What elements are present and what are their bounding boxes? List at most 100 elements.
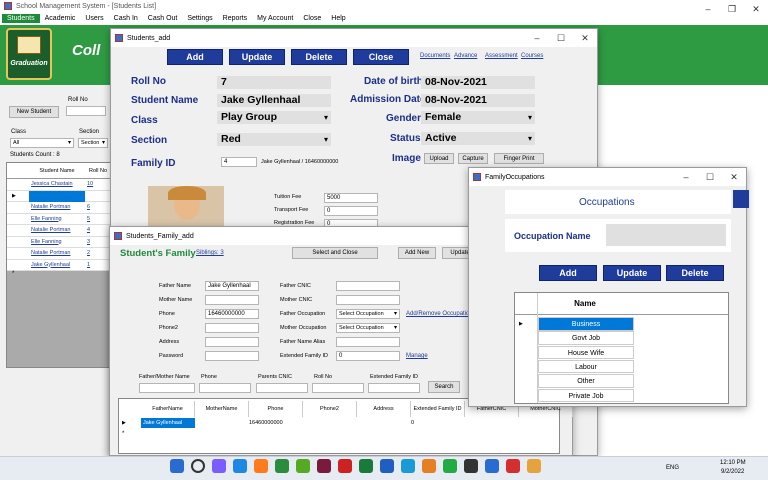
xampp-icon[interactable] (527, 459, 541, 473)
occupation-row[interactable]: Business (538, 317, 634, 331)
menu-item[interactable]: Academic (40, 14, 81, 23)
minimize-icon[interactable]: – (525, 29, 549, 47)
maximize-icon[interactable]: ☐ (698, 168, 722, 186)
extended-family-id-field[interactable]: 0 (336, 351, 400, 361)
occupation-delete-button[interactable]: Delete (666, 265, 724, 281)
phone2-field[interactable] (205, 323, 259, 333)
assessment-link[interactable]: Assessment (485, 53, 518, 59)
search-name-input[interactable] (139, 383, 195, 393)
update-button[interactable]: Update (229, 49, 285, 65)
col-roll-no[interactable]: Roll No (85, 168, 111, 174)
camera-icon[interactable] (464, 459, 478, 473)
occupation-row[interactable]: Private Job (538, 388, 634, 402)
student-name-field[interactable]: Jake Gyllenhaal (217, 94, 331, 107)
table-row[interactable]: Natalie Portman 2 (7, 248, 111, 260)
advance-link[interactable]: Advance (454, 53, 477, 59)
close-icon[interactable]: ✕ (573, 29, 597, 47)
occupation-col-name[interactable]: Name (537, 299, 633, 308)
roll-no-filter-input[interactable] (66, 106, 106, 116)
occupation-add-button[interactable]: Add (539, 265, 597, 281)
father-cnic-field[interactable] (336, 281, 400, 291)
whatsapp-icon[interactable] (443, 459, 457, 473)
address-field[interactable] (205, 337, 259, 347)
photoshop-icon[interactable] (338, 459, 352, 473)
excel-icon[interactable] (359, 459, 373, 473)
mother-name-field[interactable] (205, 295, 259, 305)
folder-icon[interactable] (233, 459, 247, 473)
roll-cell[interactable]: 10 (87, 179, 93, 190)
lang-indicator[interactable]: ENG (666, 465, 679, 471)
family-col-header[interactable]: Phone (249, 401, 303, 417)
student-name-cell[interactable] (29, 190, 85, 202)
opera-icon[interactable] (506, 459, 520, 473)
roll-cell[interactable]: 6 (87, 202, 90, 213)
col-student-name[interactable]: Student Name (29, 168, 85, 174)
section-select[interactable]: Red (217, 133, 331, 146)
roll-cell[interactable]: 5 (87, 214, 90, 225)
student-name-cell[interactable]: Jake Gyllenhaal (29, 260, 85, 271)
dob-field[interactable]: 08-Nov-2021 (421, 76, 535, 89)
mother-occupation-select[interactable]: Select Occupation (336, 323, 400, 333)
new-student-button[interactable]: New Student (9, 106, 59, 118)
table-row[interactable]: Elle Fanning 3 (7, 236, 111, 248)
menu-item[interactable]: Users (80, 14, 108, 23)
menu-item[interactable]: Cash In (109, 14, 143, 23)
occupation-row[interactable]: House Wife (538, 345, 634, 360)
phone-field[interactable]: 16460000000 (205, 309, 259, 319)
family-col-header[interactable]: Address (357, 401, 411, 417)
family-row-phone[interactable]: 16460000000 (249, 418, 283, 428)
roll-cell[interactable]: 4 (87, 225, 90, 236)
dreamweaver-icon[interactable] (317, 459, 331, 473)
student-name-cell[interactable]: Jessica Chastain (29, 179, 85, 190)
occupation-row[interactable]: Labour (538, 359, 634, 374)
occupation-update-button[interactable]: Update (603, 265, 661, 281)
close-button[interactable]: Close (353, 49, 409, 65)
table-row[interactable]: Jake Gyllenhaal 1 (7, 259, 111, 271)
select-and-close-button[interactable]: Select and Close (292, 247, 378, 259)
family-col-header[interactable]: Phone2 (303, 401, 357, 417)
father-occupation-select[interactable]: Select Occupation (336, 309, 400, 319)
gender-select[interactable]: Female (421, 111, 535, 124)
add-button[interactable]: Add (167, 49, 223, 65)
menu-item[interactable]: Close (298, 14, 326, 23)
manage-link[interactable]: Manage (406, 353, 428, 359)
menu-item[interactable]: Settings (182, 14, 217, 23)
capture-button[interactable]: Capture (458, 153, 488, 164)
student-name-cell[interactable]: Natalie Portman (29, 202, 85, 213)
table-row[interactable]: Elle Fanning 5 (7, 213, 111, 225)
menu-item[interactable]: Cash Out (143, 14, 183, 23)
menu-item[interactable]: Students (2, 14, 40, 23)
chrome-icon[interactable] (296, 459, 310, 473)
family-col-header[interactable]: FatherName (141, 401, 195, 417)
skype-icon[interactable] (401, 459, 415, 473)
partial-blue-button[interactable] (733, 190, 749, 208)
clock-time[interactable]: 12:10 PM (720, 460, 746, 466)
class-select[interactable]: Play Group (217, 111, 331, 124)
family-id-field[interactable]: 4 (221, 157, 257, 167)
roll-cell[interactable]: 2 (87, 248, 90, 259)
close-icon[interactable]: ✕ (722, 168, 746, 186)
start-icon[interactable] (170, 459, 184, 473)
table-row[interactable]: Jessica Chastain 10 (7, 179, 111, 191)
search-icon[interactable] (191, 459, 205, 473)
section-filter-select[interactable]: Section (78, 138, 108, 148)
courses-link[interactable]: Courses (521, 53, 543, 59)
family-row-ext[interactable]: 0 (411, 418, 414, 428)
menu-item[interactable]: My Account (252, 14, 298, 23)
family-row-father[interactable]: Jake Gyllenhaal (141, 418, 195, 428)
finger-print-button[interactable]: Finger Print (494, 153, 544, 164)
roll-no-field[interactable]: 7 (217, 76, 331, 89)
family-col-header[interactable]: MotherName (195, 401, 249, 417)
search-button[interactable]: Search (428, 381, 460, 393)
menu-item[interactable]: Help (326, 14, 350, 23)
student-name-cell[interactable]: Elle Fanning (29, 214, 85, 225)
family-col-header[interactable]: Extended Family ID (411, 401, 465, 417)
documents-link[interactable]: Documents (420, 53, 450, 59)
upload-button[interactable]: Upload (424, 153, 454, 164)
maximize-icon[interactable]: ☐ (549, 29, 573, 47)
table-row[interactable]: ▶ (7, 190, 111, 202)
siblings-link[interactable]: Siblings: 3 (196, 250, 224, 256)
student-name-cell[interactable]: Natalie Portman (29, 248, 85, 259)
student-name-cell[interactable]: Elle Fanning (29, 237, 85, 248)
word-icon[interactable] (380, 459, 394, 473)
